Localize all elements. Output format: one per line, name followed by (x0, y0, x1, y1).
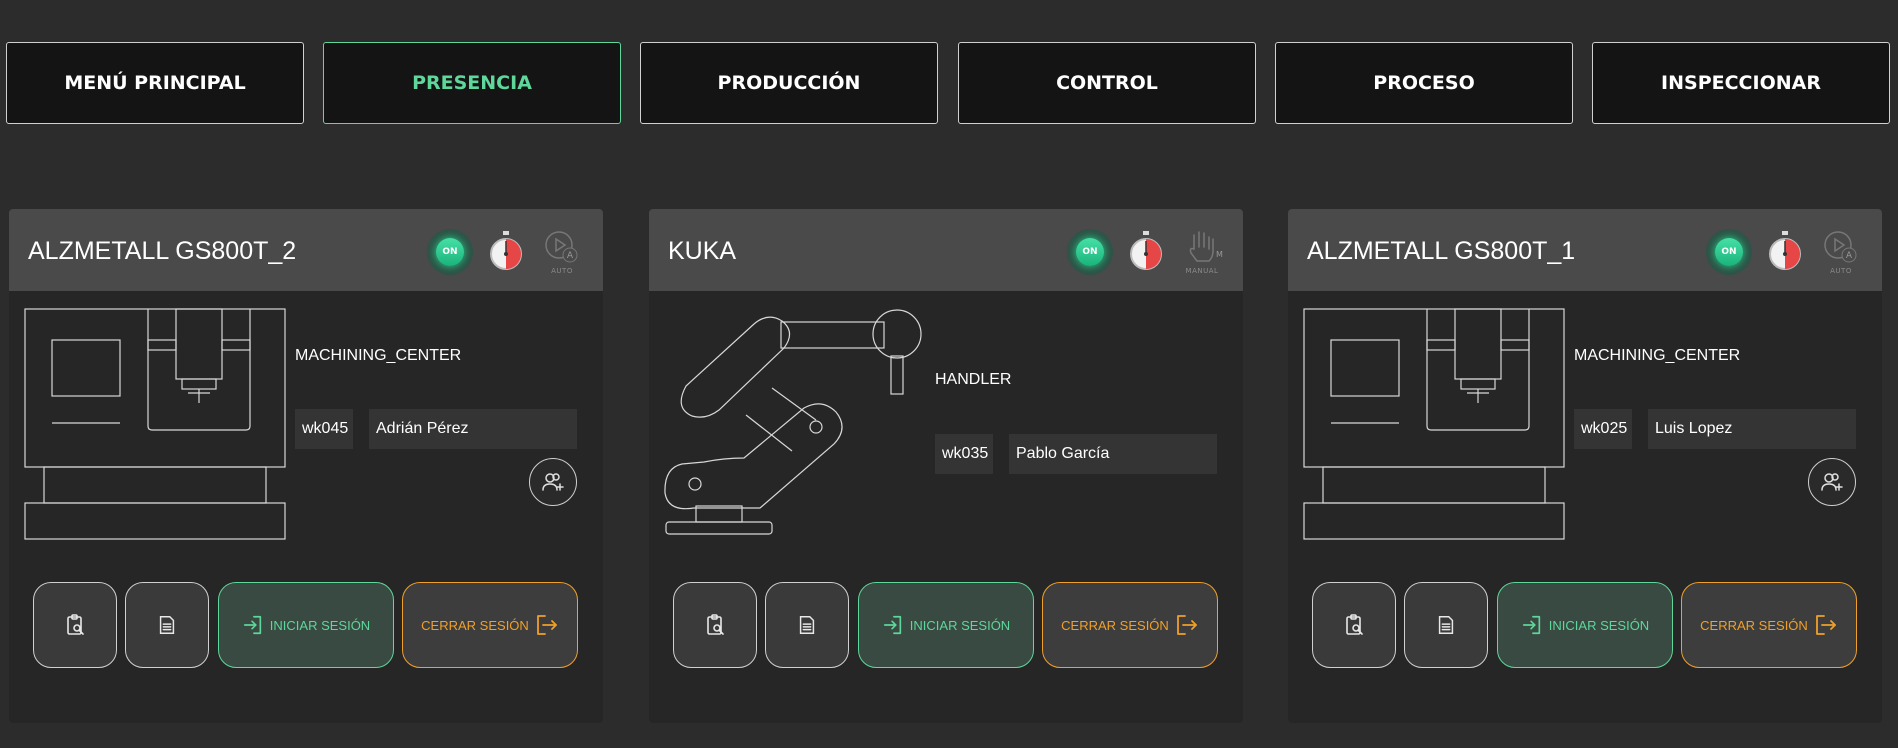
status-on-badge: ON (427, 229, 473, 275)
play-auto-icon: A AUTO (1818, 227, 1864, 277)
clipboard-search-icon (67, 614, 84, 635)
nav-control[interactable]: CONTROL (958, 42, 1256, 124)
login-label: INICIAR SESIÓN (1548, 617, 1650, 633)
document-button[interactable] (125, 582, 209, 668)
nav-production[interactable]: PRODUCCIÓN (640, 42, 938, 124)
top-nav: MENÚ PRINCIPAL PRESENCIA PRODUCCIÓN CONT… (0, 0, 1898, 140)
document-icon (799, 616, 815, 634)
worker-id: wk035 (935, 434, 993, 474)
stopwatch-icon (1769, 231, 1801, 270)
clipboard-search-icon (707, 614, 724, 635)
inspect-clipboard-button[interactable] (673, 582, 757, 668)
login-icon (883, 615, 901, 635)
add-user-icon (542, 473, 564, 491)
clipboard-search-icon (1346, 614, 1363, 635)
stopwatch-icon (1130, 231, 1162, 270)
machine-card-1: ALZMETALL GS800T_2 ON A AUTO MACHINING_C… (9, 209, 603, 723)
card-header: ALZMETALL GS800T_2 ON A AUTO (9, 209, 603, 291)
nav-main-menu[interactable]: MENÚ PRINCIPAL (6, 42, 304, 124)
document-icon (159, 616, 175, 634)
document-button[interactable] (765, 582, 849, 668)
machine-type: MACHINING_CENTER (1574, 347, 1741, 364)
inspect-clipboard-button[interactable] (33, 582, 117, 668)
login-icon (1522, 615, 1540, 635)
machine-title: KUKA (668, 237, 737, 265)
nav-process[interactable]: PROCESO (1275, 42, 1573, 124)
document-button[interactable] (1404, 582, 1488, 668)
svg-text:A: A (1846, 251, 1853, 261)
login-icon (243, 615, 261, 635)
document-icon (1438, 616, 1454, 634)
machining-center-illustration (1303, 308, 1565, 540)
svg-text:M: M (1216, 250, 1223, 259)
login-button[interactable]: INICIAR SESIÓN (1497, 582, 1673, 668)
logout-icon (1176, 615, 1197, 635)
login-button[interactable]: INICIAR SESIÓN (218, 582, 394, 668)
hand-manual-icon: M MANUAL (1179, 227, 1225, 277)
worker-id: wk045 (295, 409, 353, 449)
add-user-button[interactable] (529, 458, 577, 506)
svg-text:A: A (567, 251, 574, 261)
add-user-icon (1821, 473, 1843, 491)
status-on-badge: ON (1067, 229, 1113, 275)
machining-center-illustration (24, 308, 286, 540)
play-auto-icon: A AUTO (539, 227, 585, 277)
status-on-badge: ON (1706, 229, 1752, 275)
worker-id: wk025 (1574, 409, 1632, 449)
card-header: ALZMETALL GS800T_1 ON A AUTO (1288, 209, 1882, 291)
machine-card-2: KUKA ON M MANUAL HANDLER wk035 Pablo Gar… (649, 209, 1243, 723)
nav-presence[interactable]: PRESENCIA (323, 42, 621, 124)
logout-icon (536, 615, 557, 635)
nav-inspect[interactable]: INSPECCIONAR (1592, 42, 1890, 124)
inspect-clipboard-button[interactable] (1312, 582, 1396, 668)
logout-button[interactable]: CERRAR SESIÓN (1681, 582, 1857, 668)
login-label: INICIAR SESIÓN (269, 617, 371, 633)
stopwatch-icon (490, 231, 522, 270)
worker-name: Pablo García (1009, 434, 1217, 474)
add-user-button[interactable] (1808, 458, 1856, 506)
logout-button[interactable]: CERRAR SESIÓN (402, 582, 578, 668)
machine-card-3: ALZMETALL GS800T_1 ON A AUTO MACHINING_C… (1288, 209, 1882, 723)
logout-icon (1815, 615, 1836, 635)
login-label: INICIAR SESIÓN (909, 617, 1011, 633)
logout-label: CERRAR SESIÓN (1061, 617, 1169, 633)
card-header: KUKA ON M MANUAL (649, 209, 1243, 291)
machine-type: HANDLER (935, 371, 1012, 388)
machine-title: ALZMETALL GS800T_1 (1307, 237, 1576, 265)
logout-label: CERRAR SESIÓN (421, 617, 529, 633)
login-button[interactable]: INICIAR SESIÓN (858, 582, 1034, 668)
logout-label: CERRAR SESIÓN (1700, 617, 1808, 633)
worker-name: Luis Lopez (1648, 409, 1856, 449)
worker-name: Adrián Pérez (369, 409, 577, 449)
machine-type: MACHINING_CENTER (295, 347, 462, 364)
robot-arm-illustration (664, 309, 922, 535)
logout-button[interactable]: CERRAR SESIÓN (1042, 582, 1218, 668)
machine-title: ALZMETALL GS800T_2 (28, 237, 297, 265)
